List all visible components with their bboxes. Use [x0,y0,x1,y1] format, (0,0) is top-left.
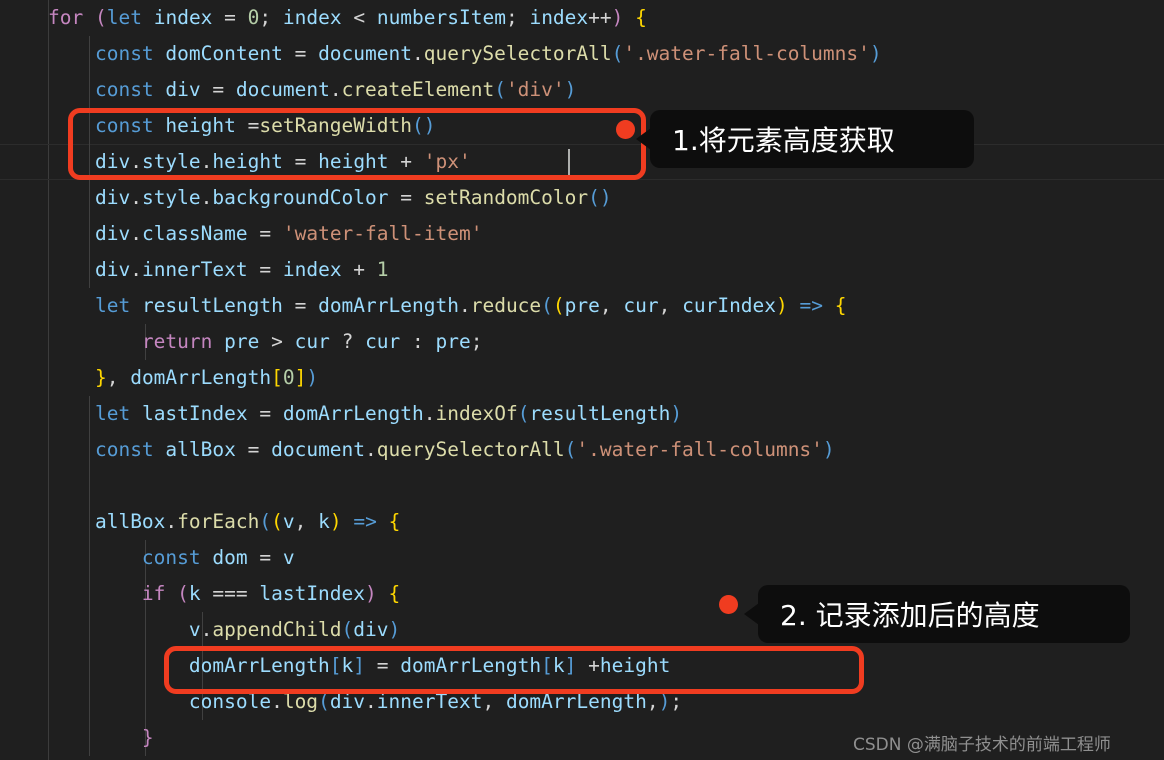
code-line[interactable]: for (let index = 0; index < numbersItem;… [0,0,1164,36]
code-line[interactable]: const dom = v [0,540,1164,576]
code-line[interactable]: div.className = 'water-fall-item' [0,216,1164,252]
code-line[interactable]: return pre > cur ? cur : pre; [0,324,1164,360]
callout-2-dot [719,595,738,614]
text-caret [568,149,570,175]
code-line[interactable]: }, domArrLength[0]) [0,360,1164,396]
code-line[interactable]: let resultLength = domArrLength.reduce((… [0,288,1164,324]
code-line[interactable]: div.style.height = height + 'px' [0,144,1164,180]
code-content[interactable]: for (let index = 0; index < numbersItem;… [0,0,1164,760]
code-line[interactable]: div.style.backgroundColor = setRandomCol… [0,180,1164,216]
callout-2-label: 2. 记录添加后的高度 [780,599,1040,632]
code-line[interactable]: let lastIndex = domArrLength.indexOf(res… [0,396,1164,432]
callout-1-dot [616,120,635,139]
code-line[interactable]: const height =setRangeWidth() [0,108,1164,144]
callout-1-tail [636,128,651,150]
code-line[interactable]: console.log(div.innerText, domArrLength,… [0,684,1164,720]
callout-2: 2. 记录添加后的高度 [744,585,1130,643]
code-editor-screenshot: for (let index = 0; index < numbersItem;… [0,0,1164,760]
code-line[interactable]: const div = document.createElement('div'… [0,72,1164,108]
callout-2-tail [744,603,759,625]
code-line[interactable] [0,468,1164,504]
callout-1: 1.将元素高度获取 [636,110,974,168]
callout-1-label: 1.将元素高度获取 [672,124,895,157]
code-line[interactable]: allBox.forEach((v, k) => { [0,504,1164,540]
csdn-watermark: CSDN @满脑子技术的前端工程师 [853,735,1111,755]
code-line[interactable]: domArrLength[k] = domArrLength[k] +heigh… [0,648,1164,684]
code-line[interactable]: const allBox = document.querySelectorAll… [0,432,1164,468]
code-line[interactable]: div.innerText = index + 1 [0,252,1164,288]
code-line[interactable]: const domContent = document.querySelecto… [0,36,1164,72]
